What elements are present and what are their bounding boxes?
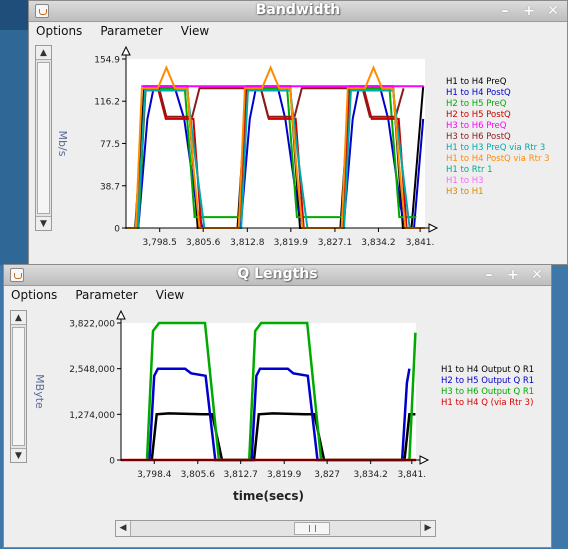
scroll-right-arrow[interactable]: ▶ <box>420 521 435 536</box>
legend-entry: H2 to H5 PostQ <box>446 110 511 120</box>
qlengths-window: Q Lengths – + ✕ Options Parameter View ▲… <box>3 264 552 548</box>
legend-entry: H3 to H6 PostQ <box>446 132 511 142</box>
y-axis-title: MByte <box>33 374 46 409</box>
bandwidth-window: Bandwidth – + ✕ Options Parameter View ▲… <box>28 0 568 265</box>
legend-entry: H2 to H5 PreQ <box>446 99 507 109</box>
legend-entry: H1 to H3 <box>446 176 484 186</box>
legend-entry: H1 to H3 PreQ via Rtr 3 <box>446 143 545 153</box>
x-tick-label: 3,841. <box>397 470 426 480</box>
legend-entry: H3 to H6 Output Q R1 <box>441 387 534 397</box>
x-tick-label: 3,812.8 <box>230 238 265 248</box>
x-tick-label: 3,834.2 <box>361 238 395 248</box>
scroll-left-arrow[interactable]: ◀ <box>116 521 131 536</box>
x-tick-label: 3,827 <box>314 470 340 480</box>
legend-entry: H1 to H4 PostQ via Rtr 3 <box>446 154 550 164</box>
legend-entry: H3 to H6 PreQ <box>446 121 507 131</box>
x-axis-arrow <box>428 223 439 233</box>
y-tick-label: 77.5 <box>100 140 120 150</box>
time-horizontal-scrollbar[interactable]: ◀ ▶ <box>115 520 436 537</box>
y-tick-label: 0 <box>114 225 120 235</box>
x-tick-label: 3,819.9 <box>274 238 309 248</box>
y-tick-label: 116.2 <box>94 98 120 108</box>
legend-entry: H1 to H4 PreQ <box>446 77 507 87</box>
x-tick-label: 3,819.9 <box>267 470 302 480</box>
y-axis-arrow <box>116 309 126 320</box>
plot-area <box>121 323 416 460</box>
y-tick-label: 1,274,000 <box>69 411 115 421</box>
legend-entry: H1 to Rtr 1 <box>446 165 493 175</box>
x-tick-label: 3,798.5 <box>143 238 177 248</box>
y-axis-arrow <box>121 45 131 56</box>
legend-entry: H1 to H4 Q (via Rtr 3) <box>441 398 533 408</box>
x-tick-label: 3,834.2 <box>353 470 387 480</box>
y-tick-label: 3,822,000 <box>69 320 115 330</box>
legend-entry: H3 to H1 <box>446 187 484 197</box>
qlengths-chart: 3,822,000 2,548,000 1,274,000 0 3,798.4 3,805… <box>33 309 534 503</box>
x-tick-label: 3,812.7 <box>224 470 258 480</box>
desktop-sidebar <box>0 30 28 265</box>
y-tick-label: 154.9 <box>94 56 120 66</box>
x-axis-title: time(secs) <box>233 489 304 503</box>
legend-entry: H1 to H4 PostQ <box>446 88 511 98</box>
bandwidth-chart: 154.9 116.2 77.5 38.7 0 3,798.5 3,805.6 3,812.8… <box>56 45 550 248</box>
y-tick-label: 0 <box>109 457 115 467</box>
legend-entry: H2 to H5 Output Q R1 <box>441 376 534 386</box>
x-tick-label: 3,805.6 <box>181 470 216 480</box>
legend-entry: H1 to H4 Output Q R1 <box>441 365 534 375</box>
y-tick-label: 38.7 <box>100 182 120 192</box>
y-axis-title: Mb/s <box>56 131 69 157</box>
x-tick-label: 3,805.6 <box>186 238 221 248</box>
x-tick-label: 3,841. <box>406 238 435 248</box>
x-axis-arrow <box>419 455 430 465</box>
time-scroll-thumb[interactable] <box>294 522 330 535</box>
x-tick-label: 3,827.1 <box>318 238 352 248</box>
y-tick-label: 2,548,000 <box>69 365 115 375</box>
x-tick-label: 3,798.4 <box>137 470 172 480</box>
